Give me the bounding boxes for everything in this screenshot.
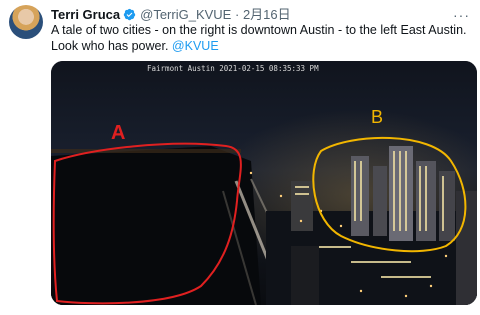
author-handle[interactable]: @TerriG_KVUE bbox=[140, 7, 231, 22]
tweet[interactable]: Terri Gruca @TerriG_KVUE · 2月16日 ··· A ta… bbox=[0, 0, 480, 315]
action-bar bbox=[51, 307, 477, 315]
tweet-photo[interactable]: Fairmont Austin 2021-02-15 08:35:33 PM A… bbox=[51, 61, 477, 305]
annotation-b-label: B bbox=[371, 107, 383, 127]
separator-dot: · bbox=[234, 7, 240, 22]
avatar[interactable] bbox=[9, 5, 43, 39]
tweet-text: A tale of two cities - on the right is d… bbox=[51, 22, 477, 54]
night-city-photo: Fairmont Austin 2021-02-15 08:35:33 PM A… bbox=[51, 61, 477, 305]
mention-link[interactable]: @KVUE bbox=[172, 39, 219, 53]
tweet-date[interactable]: 2月16日 bbox=[243, 7, 291, 22]
camera-timestamp: Fairmont Austin 2021-02-15 08:35:33 PM bbox=[147, 64, 319, 73]
author-name[interactable]: Terri Gruca bbox=[51, 7, 120, 22]
annotation-a-label: A bbox=[111, 122, 125, 144]
tweet-text-body: A tale of two cities - on the right is d… bbox=[51, 23, 467, 53]
